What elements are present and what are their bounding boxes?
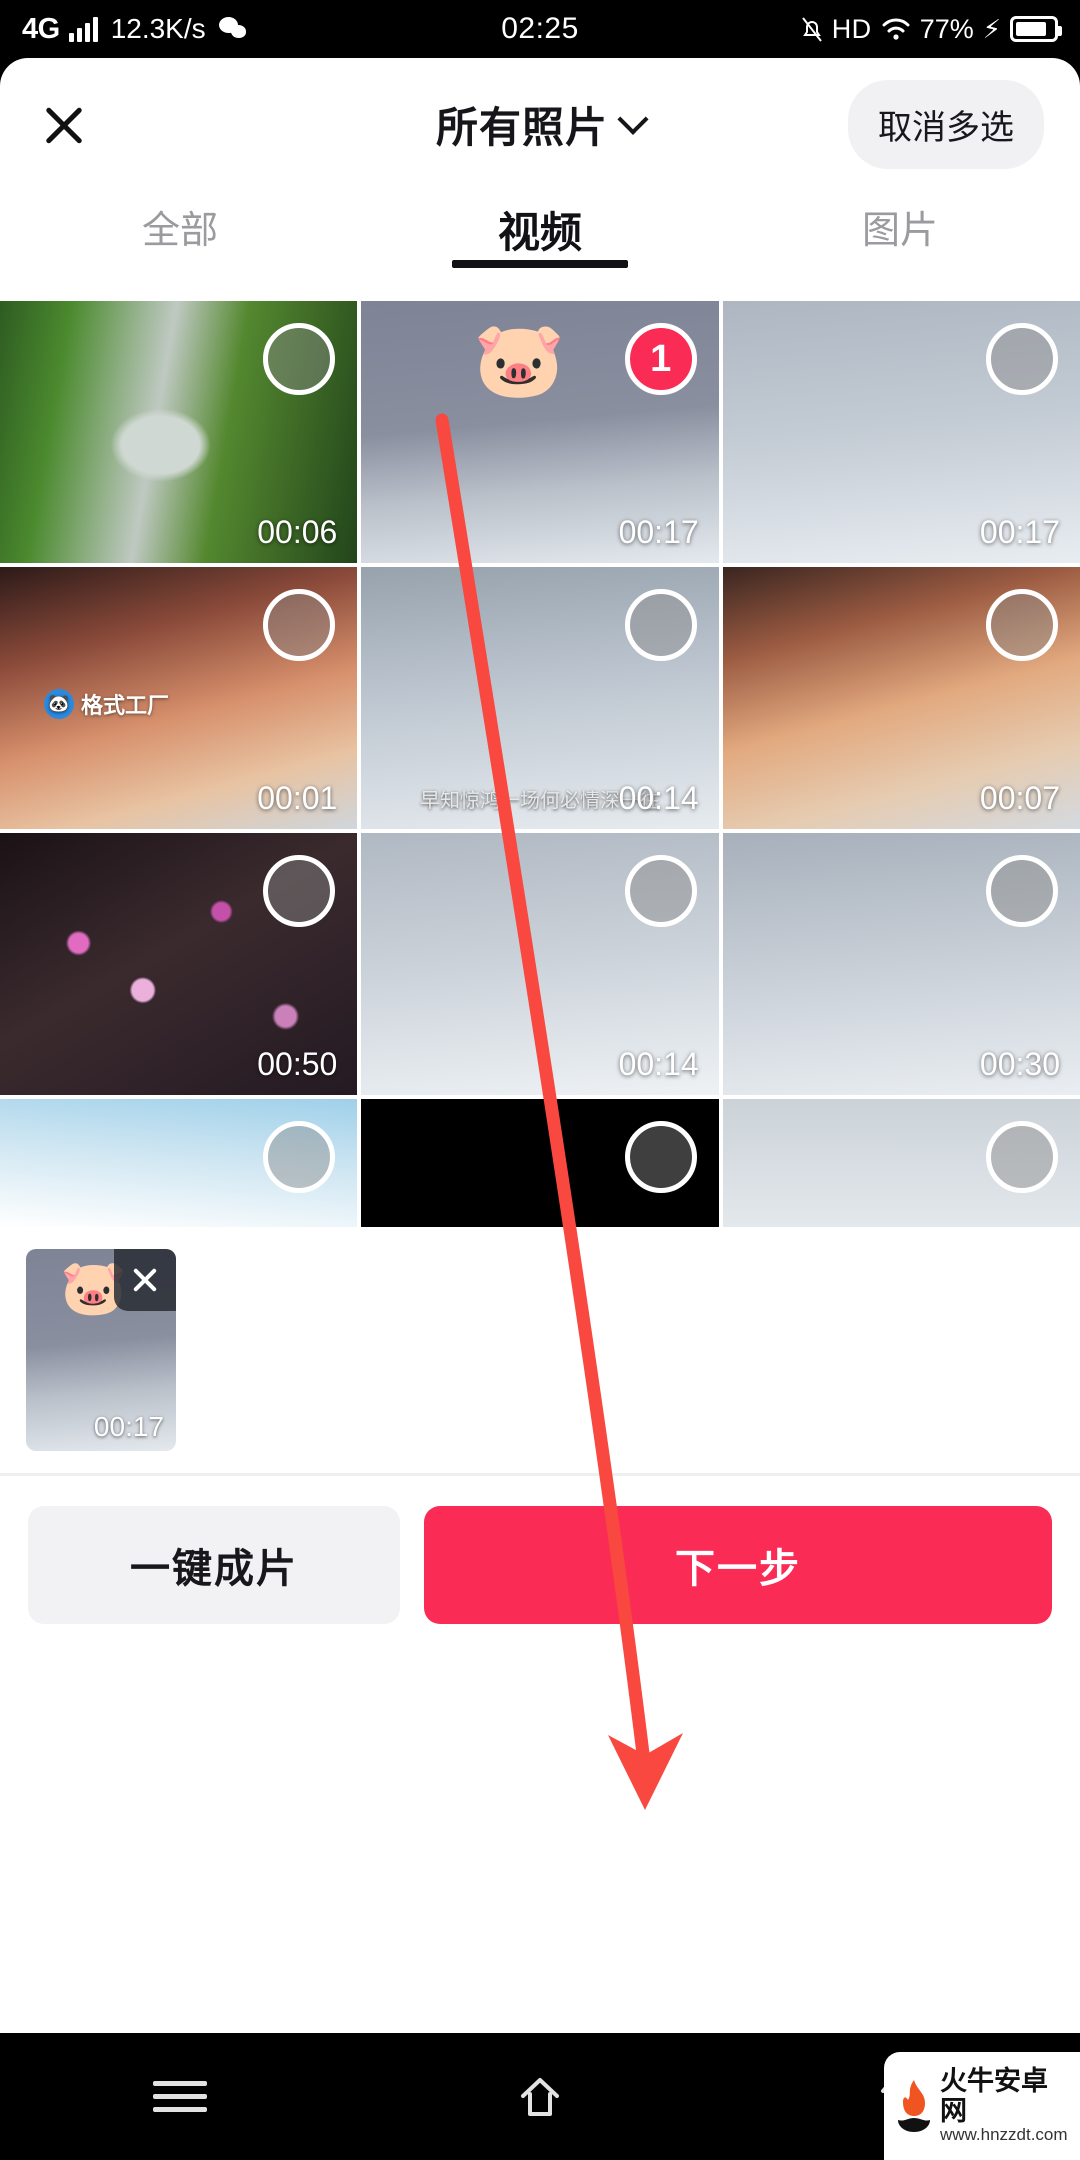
media-cell[interactable] bbox=[722, 1099, 1080, 1227]
select-toggle[interactable] bbox=[263, 323, 336, 395]
duration-label: 00:17 bbox=[618, 514, 699, 550]
duration-label: 00:30 bbox=[979, 1046, 1060, 1082]
tab-image[interactable]: 图片 bbox=[720, 199, 1080, 254]
signal-bars-icon bbox=[68, 16, 98, 42]
menu-icon-glyph bbox=[153, 2073, 207, 2120]
media-cell[interactable]: 🐷 1 00:17 bbox=[361, 301, 719, 563]
site-watermark-text: 火牛安卓网 www.hnzzdt.com bbox=[940, 2065, 1072, 2145]
selected-media-strip: 🐷 00:17 bbox=[0, 1227, 1080, 1473]
media-cell[interactable]: 00:50 bbox=[0, 833, 358, 1095]
duration-label: 00:01 bbox=[257, 780, 338, 816]
wechat-icon bbox=[218, 16, 249, 42]
duration-label: 00:14 bbox=[618, 780, 699, 816]
sheet-header: 所有照片 取消多选 bbox=[0, 58, 1080, 191]
tab-video[interactable]: 视频 bbox=[360, 199, 720, 260]
wifi-icon bbox=[881, 16, 911, 42]
duration-label: 00:50 bbox=[257, 1046, 338, 1082]
media-type-tabs: 全部 视频 图片 bbox=[0, 191, 1080, 301]
network-speed-label: 12.3K/s bbox=[110, 13, 206, 44]
chevron-down-icon bbox=[617, 103, 649, 135]
status-bar-left: 4G 12.3K/s bbox=[22, 13, 249, 46]
select-toggle[interactable] bbox=[986, 323, 1058, 395]
home-icon[interactable] bbox=[508, 2065, 572, 2129]
duration-label: 00:14 bbox=[618, 1046, 699, 1082]
select-toggle[interactable] bbox=[624, 1121, 697, 1193]
bolt-icon: ⚡ bbox=[982, 14, 1001, 44]
pig-sticker-icon: 🐷 bbox=[473, 318, 566, 401]
panda-icon: 🐼 bbox=[44, 688, 74, 719]
flame-icon bbox=[894, 2078, 934, 2134]
duration-label: 00:07 bbox=[979, 780, 1060, 816]
media-cell[interactable]: 00:30 bbox=[722, 833, 1080, 1095]
tab-all-label: 全部 bbox=[141, 210, 218, 252]
media-cell[interactable]: 🐼 格式工厂 00:01 bbox=[0, 567, 358, 829]
next-step-button[interactable]: 下一步 bbox=[424, 1506, 1052, 1624]
status-bar: 4G 12.3K/s 02:25 HD 77% ⚡ bbox=[0, 0, 1080, 58]
select-toggle[interactable] bbox=[624, 855, 697, 927]
tab-all[interactable]: 全部 bbox=[0, 199, 360, 254]
battery-icon bbox=[1010, 16, 1062, 42]
battery-percent-label: 77% bbox=[919, 13, 974, 44]
album-selector[interactable]: 所有照片 bbox=[435, 94, 649, 155]
media-grid: 00:06 🐷 1 00:17 00:17 🐼 格式工厂 00:01 早知惊鸿一… bbox=[0, 301, 1080, 1227]
action-bar: 一键成片 下一步 bbox=[0, 1476, 1080, 1660]
remove-selected-button[interactable] bbox=[114, 1249, 176, 1311]
duration-label: 00:06 bbox=[257, 514, 338, 550]
one-click-movie-button[interactable]: 一键成片 bbox=[28, 1506, 400, 1624]
select-toggle[interactable] bbox=[263, 589, 336, 661]
close-icon[interactable] bbox=[36, 97, 92, 153]
select-toggle[interactable] bbox=[986, 855, 1058, 927]
site-watermark: 火牛安卓网 www.hnzzdt.com bbox=[884, 2052, 1080, 2160]
select-toggle[interactable] bbox=[624, 589, 697, 661]
media-cell[interactable] bbox=[0, 1099, 358, 1227]
clock-label: 02:25 bbox=[501, 12, 579, 45]
media-cell[interactable]: 早知惊鸿一场何必情深一往 00:14 bbox=[361, 567, 719, 829]
watermark-label: 格式工厂 bbox=[81, 692, 170, 718]
media-cell[interactable]: 00:06 bbox=[0, 301, 358, 563]
picker-sheet: 所有照片 取消多选 全部 视频 图片 00:06 🐷 1 00:17 00:17… bbox=[0, 58, 1080, 2033]
media-cell[interactable]: 00:07 bbox=[722, 567, 1080, 829]
media-cell[interactable]: 00:14 bbox=[361, 833, 719, 1095]
site-url-label: www.hnzzdt.com bbox=[940, 2125, 1068, 2145]
select-toggle[interactable] bbox=[263, 1121, 336, 1193]
format-factory-watermark: 🐼 格式工厂 bbox=[44, 688, 169, 720]
select-toggle[interactable] bbox=[986, 589, 1058, 661]
duration-label: 00:17 bbox=[93, 1411, 164, 1442]
screen-root: 4G 12.3K/s 02:25 HD 77% ⚡ 所有照片 取消多选 全部 视… bbox=[0, 0, 1080, 2160]
select-toggle[interactable] bbox=[263, 855, 336, 927]
cancel-multiselect-button[interactable]: 取消多选 bbox=[848, 80, 1044, 169]
site-name-label: 火牛安卓网 bbox=[940, 2065, 1048, 2126]
media-cell[interactable]: 00:17 bbox=[722, 301, 1080, 563]
bell-muted-icon bbox=[801, 16, 823, 43]
duration-label: 00:17 bbox=[979, 514, 1060, 550]
network-type-label: 4G bbox=[22, 12, 60, 45]
hd-label: HD bbox=[831, 13, 872, 44]
status-bar-right: HD 77% ⚡ bbox=[801, 13, 1062, 45]
page-title: 所有照片 bbox=[435, 104, 609, 151]
selected-thumbnail[interactable]: 🐷 00:17 bbox=[26, 1249, 176, 1451]
menu-icon[interactable] bbox=[148, 2065, 212, 2129]
select-toggle[interactable]: 1 bbox=[624, 323, 697, 395]
media-cell[interactable] bbox=[361, 1099, 719, 1227]
select-toggle[interactable] bbox=[986, 1121, 1058, 1193]
tab-video-label: 视频 bbox=[497, 209, 582, 256]
tab-image-label: 图片 bbox=[861, 210, 938, 252]
